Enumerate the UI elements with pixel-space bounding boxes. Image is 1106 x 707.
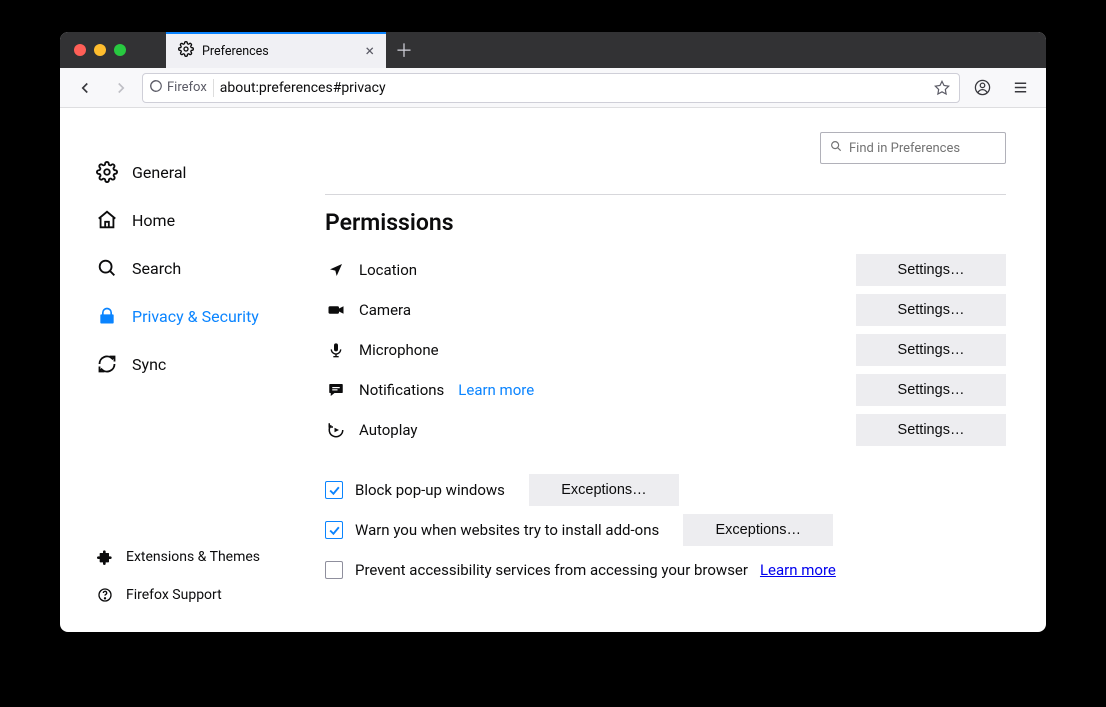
sidebar-item-label: General bbox=[132, 163, 186, 182]
url-text: about:preferences#privacy bbox=[220, 80, 923, 96]
microphone-settings-button[interactable]: Settings… bbox=[856, 334, 1006, 366]
account-button[interactable] bbox=[966, 73, 998, 103]
notifications-settings-button[interactable]: Settings… bbox=[856, 374, 1006, 406]
section-title: Permissions bbox=[325, 209, 1006, 236]
addons-exceptions-button[interactable]: Exceptions… bbox=[683, 514, 833, 546]
camera-settings-button[interactable]: Settings… bbox=[856, 294, 1006, 326]
tab-close-button[interactable]: × bbox=[365, 43, 374, 59]
permission-label: Microphone bbox=[359, 341, 439, 359]
address-bar[interactable]: Firefox about:preferences#privacy bbox=[142, 73, 960, 103]
tab-title: Preferences bbox=[202, 44, 269, 59]
autoplay-icon bbox=[325, 421, 347, 439]
titlebar: Preferences × ＋ bbox=[60, 32, 1046, 68]
sidebar-item-extensions[interactable]: Extensions & Themes bbox=[96, 538, 325, 576]
preferences-content: General Home Search Privacy & Security bbox=[60, 108, 1046, 632]
camera-icon bbox=[325, 301, 347, 319]
sidebar-item-sync[interactable]: Sync bbox=[96, 340, 325, 388]
lock-icon bbox=[96, 305, 118, 327]
permission-label: Autoplay bbox=[359, 421, 418, 439]
forward-button[interactable] bbox=[106, 74, 136, 102]
bookmark-star-button[interactable] bbox=[929, 80, 955, 96]
app-menu-button[interactable] bbox=[1004, 73, 1036, 103]
sidebar-item-label: Search bbox=[132, 259, 181, 278]
sidebar-bottom-label: Extensions & Themes bbox=[126, 549, 260, 565]
permission-row-camera: Camera Settings… bbox=[325, 290, 1006, 330]
back-button[interactable] bbox=[70, 74, 100, 102]
firefox-icon bbox=[149, 79, 163, 97]
sidebar-item-label: Privacy & Security bbox=[132, 307, 259, 326]
home-icon bbox=[96, 209, 118, 231]
search-input[interactable]: Find in Preferences bbox=[820, 132, 1006, 164]
sidebar-item-privacy[interactable]: Privacy & Security bbox=[96, 292, 325, 340]
permission-label: Notifications bbox=[359, 381, 444, 399]
permission-label: Camera bbox=[359, 301, 411, 319]
chat-icon bbox=[325, 381, 347, 399]
checkbox-row-addons: Warn you when websites try to install ad… bbox=[325, 510, 1006, 550]
notifications-learn-more-link[interactable]: Learn more bbox=[458, 381, 534, 399]
checkbox-label: Warn you when websites try to install ad… bbox=[355, 521, 659, 539]
close-window-button[interactable] bbox=[74, 44, 86, 56]
window-controls bbox=[60, 32, 166, 68]
location-settings-button[interactable]: Settings… bbox=[856, 254, 1006, 286]
sidebar-bottom-label: Firefox Support bbox=[126, 587, 222, 603]
sidebar-item-search[interactable]: Search bbox=[96, 244, 325, 292]
sidebar: General Home Search Privacy & Security bbox=[60, 108, 325, 632]
checkbox-label: Block pop-up windows bbox=[355, 481, 505, 499]
preferences-main: Find in Preferences Permissions Location… bbox=[325, 108, 1046, 632]
identity-label: Firefox bbox=[167, 80, 207, 95]
sidebar-item-home[interactable]: Home bbox=[96, 196, 325, 244]
checkbox-label: Prevent accessibility services from acce… bbox=[355, 561, 748, 579]
permission-row-location: Location Settings… bbox=[325, 250, 1006, 290]
permission-label: Location bbox=[359, 261, 417, 279]
gear-icon bbox=[96, 161, 118, 183]
navigation-toolbar: Firefox about:preferences#privacy bbox=[60, 68, 1046, 108]
sync-icon bbox=[96, 353, 118, 375]
checkbox-row-popups: Block pop-up windows Exceptions… bbox=[325, 470, 1006, 510]
search-icon bbox=[96, 257, 118, 279]
warn-addons-checkbox[interactable] bbox=[325, 521, 343, 539]
location-icon bbox=[325, 262, 347, 278]
minimize-window-button[interactable] bbox=[94, 44, 106, 56]
popups-exceptions-button[interactable]: Exceptions… bbox=[529, 474, 679, 506]
permission-row-notifications: Notifications Learn more Settings… bbox=[325, 370, 1006, 410]
block-popups-checkbox[interactable] bbox=[325, 481, 343, 499]
section-divider bbox=[325, 194, 1006, 195]
autoplay-settings-button[interactable]: Settings… bbox=[856, 414, 1006, 446]
tab-preferences[interactable]: Preferences × bbox=[166, 32, 386, 68]
permission-row-autoplay: Autoplay Settings… bbox=[325, 410, 1006, 450]
sidebar-item-label: Home bbox=[132, 211, 175, 230]
sidebar-item-label: Sync bbox=[132, 355, 166, 374]
microphone-icon bbox=[325, 342, 347, 358]
sidebar-item-general[interactable]: General bbox=[96, 148, 325, 196]
checkbox-row-accessibility: Prevent accessibility services from acce… bbox=[325, 550, 1006, 590]
prevent-accessibility-checkbox[interactable] bbox=[325, 561, 343, 579]
gear-icon bbox=[178, 41, 194, 61]
new-tab-button[interactable]: ＋ bbox=[386, 32, 422, 68]
puzzle-icon bbox=[96, 548, 114, 566]
search-placeholder: Find in Preferences bbox=[849, 141, 960, 156]
accessibility-learn-more-link[interactable]: Learn more bbox=[760, 561, 836, 579]
site-identity-block[interactable]: Firefox bbox=[149, 79, 214, 97]
search-icon bbox=[829, 139, 843, 157]
zoom-window-button[interactable] bbox=[114, 44, 126, 56]
sidebar-item-support[interactable]: Firefox Support bbox=[96, 576, 325, 614]
permission-row-microphone: Microphone Settings… bbox=[325, 330, 1006, 370]
browser-window: Preferences × ＋ Firefox about:preference… bbox=[60, 32, 1046, 632]
help-icon bbox=[96, 586, 114, 604]
